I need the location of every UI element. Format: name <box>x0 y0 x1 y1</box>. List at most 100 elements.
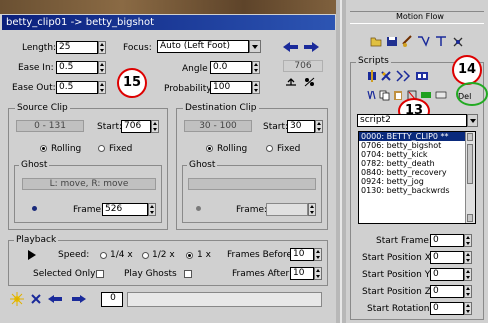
frames-after-field[interactable]: 10 <box>290 267 314 280</box>
start-position-y-spinner[interactable] <box>464 268 472 281</box>
angle-field[interactable]: 0.0 <box>210 61 252 74</box>
speed-quarter-label: 1/4 x <box>110 250 133 260</box>
paste-icon <box>394 91 402 100</box>
script-list-item[interactable]: 0704: betty_kick <box>359 150 466 159</box>
transition-index-field[interactable]: 0 <box>101 292 123 307</box>
destination-fixed-label: Fixed <box>277 144 301 154</box>
script-list-item[interactable]: 0706: betty_bigshot <box>359 141 466 150</box>
left-right-arrows-icon[interactable] <box>282 40 320 54</box>
start-position-y-field[interactable]: 0 <box>430 268 464 281</box>
script-list-scrollbar[interactable] <box>465 132 475 223</box>
speed-one-radio[interactable] <box>186 252 193 259</box>
probability-field[interactable]: 100 <box>210 81 252 94</box>
script-dropdown[interactable]: script2 <box>357 114 467 127</box>
frames-after-label: Frames After: <box>232 269 293 279</box>
destination-ghost-info <box>188 178 316 190</box>
ease-out-field[interactable]: 0.5 <box>56 81 98 94</box>
frames-after-spinner[interactable] <box>314 267 322 280</box>
destination-start-label: Start: <box>263 122 289 132</box>
speed-half-radio[interactable] <box>142 252 149 259</box>
tool-e-icon <box>436 36 446 46</box>
source-clip-title: Source Clip <box>15 103 70 113</box>
selected-only-checkbox[interactable] <box>96 270 104 278</box>
destination-ghost-color-dot[interactable] <box>196 206 201 211</box>
length-spinner[interactable] <box>98 41 106 54</box>
destination-rolling-label: Rolling <box>217 144 248 154</box>
focus-dropdown-arrow[interactable] <box>249 40 261 53</box>
length-field[interactable]: 25 <box>56 41 98 54</box>
ease-in-field[interactable]: 0.5 <box>56 61 98 74</box>
transition-status-bar <box>127 292 322 307</box>
source-rolling-radio[interactable] <box>40 145 47 152</box>
play-ghosts-checkbox[interactable] <box>184 270 192 278</box>
destination-frame-label: Frame: <box>236 205 268 215</box>
tool-f-icon <box>453 37 463 47</box>
source-ghost-color-dot[interactable] <box>32 206 37 211</box>
start-position-z-field[interactable]: 0 <box>430 285 464 298</box>
start-rotation-field[interactable]: 0 <box>430 302 464 315</box>
scroll-up-button[interactable] <box>467 133 473 141</box>
destination-start-spinner[interactable] <box>315 120 323 133</box>
source-start-field[interactable]: 706 <box>121 120 151 133</box>
script-list-item[interactable]: 0924: betty_jog <box>359 177 466 186</box>
speed-quarter-radio[interactable] <box>100 252 107 259</box>
ease-in-spinner[interactable] <box>98 61 106 74</box>
destination-frame-field[interactable] <box>266 203 308 216</box>
dialog-title: betty_clip01 -> betty_bigshot <box>2 15 335 30</box>
frames-before-label: Frames Before: <box>227 250 296 260</box>
chevron-down-icon <box>470 119 476 123</box>
speed-one-label: 1 x <box>197 250 211 260</box>
script-list-item[interactable]: 0130: betty_backwrds <box>359 186 466 195</box>
scroll-thumb[interactable] <box>467 144 473 184</box>
open-file-icon <box>370 37 382 47</box>
start-frame-spinner[interactable] <box>464 234 472 247</box>
panel-separator-highlight <box>340 0 342 323</box>
play-icon[interactable] <box>28 250 36 260</box>
angle-spinner[interactable] <box>252 61 260 74</box>
start-rotation-label: Start Rotation: <box>367 304 433 314</box>
ease-out-spinner[interactable] <box>98 81 106 94</box>
source-range: 0 - 131 <box>16 120 84 132</box>
source-start-label: Start: <box>97 122 123 132</box>
chevron-down-icon <box>252 45 258 49</box>
delete-transition-icon <box>31 294 41 304</box>
destination-rolling-radio[interactable] <box>206 145 213 152</box>
source-frame-spinner[interactable] <box>148 203 156 216</box>
scripts-title: Scripts <box>356 56 391 66</box>
script-list[interactable]: 0000: BETTY_CLIP0 ** 0706: betty_bigshot 0… <box>358 131 476 224</box>
script-list-item[interactable]: 0782: betty_death <box>359 159 466 168</box>
destination-fixed-radio[interactable] <box>266 145 273 152</box>
frames-before-field[interactable]: 10 <box>290 248 314 261</box>
callout-green-circle <box>456 82 488 106</box>
tool-c-icon <box>402 35 412 47</box>
start-rotation-spinner[interactable] <box>464 302 472 315</box>
motion-flow-toolbar[interactable] <box>370 34 470 48</box>
source-fixed-label: Fixed <box>109 144 133 154</box>
destination-frame-spinner[interactable] <box>308 203 316 216</box>
scroll-down-button[interactable] <box>467 214 473 222</box>
source-frame-field[interactable]: 526 <box>102 203 148 216</box>
source-start-spinner[interactable] <box>151 120 159 133</box>
start-position-z-spinner[interactable] <box>464 285 472 298</box>
destination-range: 30 - 100 <box>184 120 252 132</box>
scripts-toolbar-row1[interactable] <box>366 69 448 83</box>
probability-spinner[interactable] <box>252 81 260 94</box>
destination-clip-title: Destination Clip <box>183 103 259 113</box>
frames-before-spinner[interactable] <box>314 248 322 261</box>
start-frame-field[interactable]: 0 <box>430 234 464 247</box>
probability-label: Probability <box>164 84 212 94</box>
focus-label: Focus: <box>123 43 152 53</box>
destination-start-field[interactable]: 30 <box>287 120 315 133</box>
start-position-x-field[interactable]: 0 <box>430 251 464 264</box>
source-fixed-radio[interactable] <box>98 145 105 152</box>
new-transition-icon <box>10 292 24 306</box>
script-dropdown-arrow[interactable] <box>467 114 478 127</box>
transition-tools-icon[interactable] <box>284 75 318 89</box>
callout-badge-14: 14 <box>452 55 482 85</box>
focus-dropdown[interactable]: Auto (Left Foot) <box>157 40 249 53</box>
tool-d-icon <box>418 36 430 47</box>
script-list-item[interactable]: 0840: betty_recovery <box>359 168 466 177</box>
start-position-x-spinner[interactable] <box>464 251 472 264</box>
copy-icon <box>379 90 390 101</box>
script-list-item[interactable]: 0000: BETTY_CLIP0 ** <box>359 132 466 141</box>
